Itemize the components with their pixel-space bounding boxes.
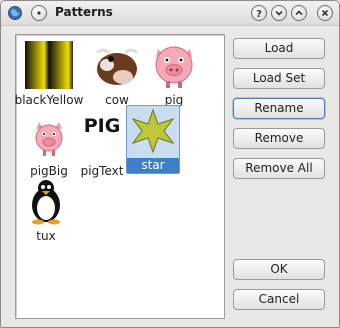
pattern-item-pigtext[interactable]: PIG pigText (72, 110, 132, 180)
pattern-item-blackyellow[interactable]: blackYellow (15, 39, 83, 109)
pattern-item-star[interactable]: star (126, 105, 180, 174)
remove-all-button[interactable]: Remove All (233, 158, 325, 179)
pig-text: PIG (84, 115, 121, 137)
pig-icon (155, 46, 193, 88)
remove-button[interactable]: Remove (233, 128, 325, 149)
load-set-button[interactable]: Load Set (233, 68, 325, 89)
patterns-list[interactable]: blackYellow cow pig pigBig PIG pigText s… (15, 34, 225, 319)
chevron-up-icon (295, 10, 303, 16)
chevron-down-icon (275, 10, 283, 16)
close-button[interactable] (317, 5, 333, 21)
load-button[interactable]: Load (233, 38, 325, 59)
window-title: Patterns (55, 5, 113, 19)
cow-icon (95, 48, 139, 85)
pattern-label: tux (36, 229, 56, 243)
patterns-dialog: Patterns ? blackYellow cow pig pigBig PI… (0, 0, 340, 328)
pig-icon (35, 122, 63, 156)
pattern-item-pig[interactable]: pig (144, 39, 204, 109)
help-button[interactable]: ? (251, 5, 267, 21)
star-icon (131, 108, 175, 154)
maximize-button[interactable] (291, 5, 307, 21)
close-icon (321, 9, 329, 17)
globe-app-icon (8, 6, 22, 20)
rename-button[interactable]: Rename (233, 98, 325, 119)
penguin-icon (32, 180, 60, 225)
pattern-label: blackYellow (14, 93, 84, 107)
cancel-button[interactable]: Cancel (233, 289, 325, 310)
window-menu-icon[interactable] (31, 5, 47, 21)
ok-button[interactable]: OK (233, 259, 325, 280)
pattern-label: star (127, 158, 179, 173)
pattern-item-tux[interactable]: tux (16, 175, 76, 245)
black-yellow-gradient-icon (25, 41, 73, 89)
pig-text-icon: PIG (84, 115, 121, 137)
help-label: ? (256, 9, 262, 20)
minimize-button[interactable] (271, 5, 287, 21)
title-bar[interactable]: Patterns ? (1, 1, 339, 26)
